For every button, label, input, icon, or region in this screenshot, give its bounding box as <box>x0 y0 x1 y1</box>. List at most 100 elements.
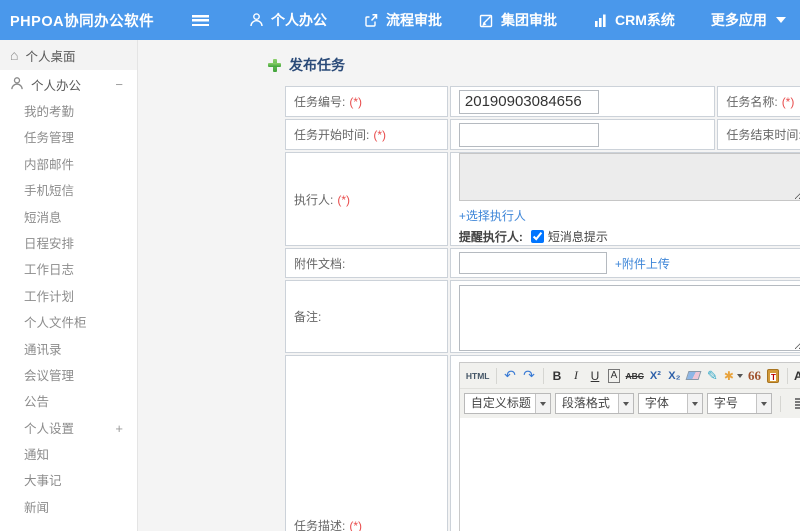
sidebar-item-personal-desktop[interactable]: ⌂ 个人桌面 <box>0 40 137 70</box>
sidebar-group-personal-office[interactable]: 个人办公 − <box>0 70 137 99</box>
sms-remind-label: 短消息提示 <box>547 230 608 244</box>
sidebar-item-contacts[interactable]: 通讯录 <box>0 337 137 363</box>
remark-textarea[interactable] <box>458 284 800 351</box>
description-cell: HTML ↶ ↷ B I U A ABC X² X₂ ✎ ✱ 66 T A 自定… <box>449 355 800 531</box>
end-time-label: 任务结束时间:(*) <box>717 119 800 150</box>
chevron-down-icon <box>617 394 633 413</box>
html-source-button[interactable]: HTML <box>464 366 492 386</box>
hamburger-menu-icon[interactable] <box>192 14 209 26</box>
redo-button[interactable]: ↷ <box>520 366 539 386</box>
quick-format-button[interactable]: ✎ <box>703 366 722 386</box>
chevron-down-icon <box>775 17 786 23</box>
collapse-icon[interactable]: − <box>115 77 123 92</box>
sidebar-submenu: 我的考勤 任务管理 内部邮件 手机短信 短消息 日程安排 工作日志 工作计划 个… <box>0 99 137 531</box>
app-logo[interactable]: PHPOA协同办公软件 <box>0 10 178 31</box>
nav-item-personal-office[interactable]: 个人办公 <box>249 10 327 30</box>
task-number-input[interactable] <box>458 89 599 114</box>
publish-task-form: 任务编号:(*) 任务名称:(*) 任务开始时间:(*) 任务结束时间:(*) … <box>283 84 800 531</box>
editor-toolbar-row1: HTML ↶ ↷ B I U A ABC X² X₂ ✎ ✱ 66 T A <box>459 363 800 389</box>
toolbar-separator <box>495 367 497 384</box>
sidebar-item-my-attendance[interactable]: 我的考勤 <box>0 99 137 125</box>
rich-text-editor: HTML ↶ ↷ B I U A ABC X² X₂ ✎ ✱ 66 T A 自定… <box>458 362 800 531</box>
executor-cell: +选择执行人 提醒执行人: 短消息提示 <box>449 152 800 246</box>
sidebar-item-mobile-sms[interactable]: 手机短信 <box>0 178 137 204</box>
nav-item-crm[interactable]: CRM系统 <box>593 10 675 30</box>
required-mark: (*) <box>349 95 363 109</box>
start-time-input[interactable] <box>458 122 599 147</box>
font-size-dropdown[interactable]: 字号 <box>706 393 772 414</box>
paste-from-word-button[interactable]: T <box>764 366 783 386</box>
editor-toolbar-row2: 自定义标题 段落格式 字体 字号 <box>459 389 800 418</box>
sidebar-item-meeting-management[interactable]: 会议管理 <box>0 363 137 389</box>
strikethrough-button[interactable]: ABC <box>624 366 646 386</box>
description-label: 任务描述: (*) <box>285 355 448 531</box>
subscript-button[interactable]: X₂ <box>665 366 684 386</box>
select-executor-link[interactable]: +选择执行人 <box>459 207 800 224</box>
bar-chart-icon <box>593 13 608 28</box>
edit-icon <box>478 12 494 28</box>
editor-content-area[interactable] <box>459 418 800 531</box>
task-name-label: 任务名称: (*) <box>717 86 800 117</box>
remind-executor-row: 提醒执行人: 短消息提示 <box>459 228 800 245</box>
sidebar-item-task-management[interactable]: 任务管理 <box>0 125 137 151</box>
executor-textarea[interactable] <box>458 153 800 201</box>
attachment-input[interactable] <box>458 252 607 274</box>
sidebar-item-notification[interactable]: 通知 <box>0 442 137 468</box>
toolbar-separator <box>542 367 544 384</box>
start-time-label: 任务开始时间: (*) <box>285 119 448 150</box>
bold-button[interactable]: B <box>548 366 567 386</box>
home-icon: ⌂ <box>10 47 19 63</box>
nav-item-workflow-approval[interactable]: 流程审批 <box>363 10 442 30</box>
sidebar-item-partial[interactable] <box>0 521 137 531</box>
sidebar-item-short-message[interactable]: 短消息 <box>0 205 137 231</box>
custom-title-dropdown[interactable]: 自定义标题 <box>463 393 551 414</box>
task-number-cell <box>449 86 716 117</box>
remove-format-button[interactable] <box>684 366 703 386</box>
required-mark: (*) <box>349 518 363 531</box>
underline-button[interactable]: U <box>586 366 605 386</box>
italic-button[interactable]: I <box>567 366 586 386</box>
chevron-down-icon <box>534 394 550 413</box>
start-time-cell <box>449 119 716 150</box>
page-title: 发布任务 <box>268 55 345 75</box>
user-icon <box>249 12 264 28</box>
attachment-cell: +附件上传 <box>449 248 800 278</box>
executor-label: 执行人: (*) <box>285 152 448 246</box>
chevron-down-icon <box>755 394 771 413</box>
sidebar-item-personal-settings[interactable]: 个人设置 + <box>0 416 137 442</box>
font-family-dropdown[interactable]: 字体 <box>637 393 703 414</box>
required-mark: (*) <box>337 192 351 207</box>
sidebar-item-schedule[interactable]: 日程安排 <box>0 231 137 257</box>
alignment-group <box>794 398 800 409</box>
sidebar-item-news[interactable]: 新闻 <box>0 495 137 521</box>
paragraph-format-dropdown[interactable]: 段落格式 <box>554 393 634 414</box>
remark-cell <box>449 280 800 353</box>
align-left-icon[interactable] <box>794 398 800 409</box>
eraser-icon <box>685 371 702 380</box>
border-text-button[interactable]: A <box>605 366 624 386</box>
sidebar-item-personal-file-cabinet[interactable]: 个人文件柜 <box>0 310 137 336</box>
sms-remind-checkbox[interactable] <box>530 230 544 243</box>
insert-plugin-button[interactable]: ✱ <box>722 366 745 386</box>
required-mark: (*) <box>781 95 795 109</box>
sidebar-item-work-log[interactable]: 工作日志 <box>0 257 137 283</box>
user-icon <box>10 76 24 94</box>
blockquote-button[interactable]: 66 <box>745 366 764 386</box>
font-color-button[interactable]: A <box>792 366 800 386</box>
toolbar-separator <box>786 367 788 384</box>
nav-item-group-approval[interactable]: 集团审批 <box>478 10 557 30</box>
sidebar-item-internal-mail[interactable]: 内部邮件 <box>0 152 137 178</box>
undo-button[interactable]: ↶ <box>501 366 520 386</box>
expand-icon[interactable]: + <box>115 416 123 442</box>
superscript-button[interactable]: X² <box>646 366 665 386</box>
toolbar-separator <box>779 395 781 412</box>
attachment-upload-link[interactable]: +附件上传 <box>615 255 670 272</box>
sidebar-item-announcement[interactable]: 公告 <box>0 389 137 415</box>
nav-item-more-apps[interactable]: 更多应用 <box>711 10 786 30</box>
chevron-down-icon <box>686 394 702 413</box>
top-navigation-bar: PHPOA协同办公软件 个人办公 流程审批 集团审批 CRM系统 更多应用 <box>0 0 800 40</box>
sidebar-item-memorabilia[interactable]: 大事记 <box>0 468 137 494</box>
remark-label: 备注: <box>285 280 448 353</box>
sidebar-item-work-plan[interactable]: 工作计划 <box>0 284 137 310</box>
workflow-approval-icon <box>363 12 379 28</box>
